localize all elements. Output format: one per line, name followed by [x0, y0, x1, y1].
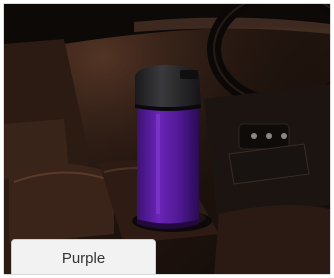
product-image-card[interactable]: Purple: [3, 3, 331, 275]
color-option-label: Purple: [11, 239, 156, 274]
color-option-text: Purple: [61, 249, 106, 267]
tumbler-in-car-photo: [4, 4, 330, 274]
